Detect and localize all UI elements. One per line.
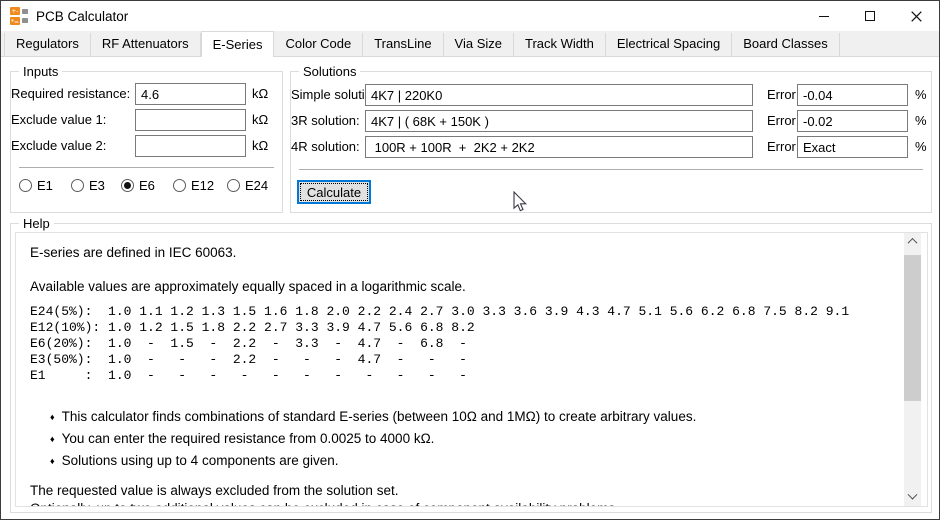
mouse-cursor bbox=[513, 191, 528, 213]
scroll-down-button[interactable] bbox=[904, 489, 921, 506]
tab-bar: Regulators RF Attenuators E-Series Color… bbox=[1, 31, 939, 57]
help-bullet-2: ♦You can enter the required resistance f… bbox=[50, 431, 434, 446]
scrollbar-thumb[interactable] bbox=[904, 255, 921, 401]
svg-text:*=: *= bbox=[11, 18, 19, 25]
vertical-scrollbar[interactable] bbox=[904, 233, 921, 506]
bullet-diamond-icon: ♦ bbox=[50, 412, 55, 422]
maximize-button[interactable] bbox=[847, 1, 893, 31]
e-series-table: E24(5%): 1.0 1.1 1.2 1.3 1.5 1.6 1.8 2.0… bbox=[30, 304, 849, 384]
4r-solution-label: 4R solution: bbox=[291, 139, 360, 154]
titlebar: +- *= PCB Calculator bbox=[1, 1, 939, 31]
solutions-separator bbox=[299, 169, 923, 170]
help-text-area[interactable]: E-series are defined in IEC 60063. Avail… bbox=[15, 232, 928, 507]
help-legend: Help bbox=[19, 216, 54, 231]
solutions-group: Solutions Simple solution: 4K7 | 220K0 E… bbox=[290, 71, 932, 213]
4r-solution-field[interactable]: 100R + 100R + 2K2 + 2K2 bbox=[365, 136, 753, 158]
exclude-value-2-label: Exclude value 2: bbox=[11, 138, 106, 153]
tab-electrical-spacing[interactable]: Electrical Spacing bbox=[606, 33, 732, 56]
required-resistance-unit: kΩ bbox=[252, 86, 268, 101]
radio-e3-circle bbox=[71, 179, 84, 192]
radio-e12-circle bbox=[173, 179, 186, 192]
help-intro-line-2: Available values are approximately equal… bbox=[30, 279, 466, 294]
app-calculator-icon: +- *= bbox=[10, 7, 28, 25]
chevron-up-icon bbox=[908, 238, 918, 248]
radio-e12-label: E12 bbox=[191, 178, 214, 193]
radio-e1-circle bbox=[19, 179, 32, 192]
help-group: Help E-series are defined in IEC 60063. … bbox=[10, 223, 932, 513]
tab-e-series[interactable]: E-Series bbox=[201, 31, 275, 57]
tab-rf-attenuators[interactable]: RF Attenuators bbox=[91, 33, 201, 56]
simple-solution-error-field[interactable]: -0.04 bbox=[797, 84, 908, 106]
4r-solution-error-label: Error: bbox=[767, 139, 800, 154]
radio-e1[interactable]: E1 bbox=[19, 178, 53, 193]
maximize-icon bbox=[865, 11, 875, 21]
help-footer-line-2: Optionally, up to two additional values … bbox=[30, 501, 619, 507]
radio-e6-label: E6 bbox=[139, 178, 155, 193]
minimize-icon bbox=[819, 16, 829, 17]
3r-solution-label: 3R solution: bbox=[291, 113, 360, 128]
3r-solution-error-field[interactable]: -0.02 bbox=[797, 110, 908, 132]
inputs-separator bbox=[19, 167, 274, 168]
exclude-value-2-input[interactable] bbox=[135, 135, 246, 157]
bullet-diamond-icon: ♦ bbox=[50, 456, 55, 466]
radio-e3-label: E3 bbox=[89, 178, 105, 193]
svg-text:+-: +- bbox=[11, 8, 18, 15]
help-intro-line-1: E-series are defined in IEC 60063. bbox=[30, 245, 236, 260]
window-title: PCB Calculator bbox=[36, 9, 128, 24]
exclude-value-1-unit: kΩ bbox=[252, 112, 268, 127]
4r-solution-error-field[interactable]: Exact bbox=[797, 136, 908, 158]
tab-regulators[interactable]: Regulators bbox=[4, 33, 91, 56]
radio-e3[interactable]: E3 bbox=[71, 178, 105, 193]
simple-solution-unit: % bbox=[915, 87, 927, 102]
simple-solution-field[interactable]: 4K7 | 220K0 bbox=[365, 84, 753, 106]
radio-e12[interactable]: E12 bbox=[173, 178, 214, 193]
tab-color-code[interactable]: Color Code bbox=[274, 33, 363, 56]
required-resistance-label: Required resistance: bbox=[11, 86, 130, 101]
pcb-calculator-window: +- *= PCB Calculator Regulators RF Atten… bbox=[0, 0, 940, 520]
exclude-value-2-unit: kΩ bbox=[252, 138, 268, 153]
exclude-value-1-label: Exclude value 1: bbox=[11, 112, 106, 127]
exclude-value-1-input[interactable] bbox=[135, 109, 246, 131]
window-controls bbox=[801, 1, 939, 31]
help-bullet-3: ♦Solutions using up to 4 components are … bbox=[50, 453, 339, 468]
radio-e24[interactable]: E24 bbox=[227, 178, 268, 193]
radio-e1-label: E1 bbox=[37, 178, 53, 193]
chevron-down-icon bbox=[908, 490, 918, 500]
calculate-button[interactable]: Calculate bbox=[297, 180, 371, 204]
help-footer-line-1: The requested value is always excluded f… bbox=[30, 483, 398, 498]
help-bullet-1: ♦This calculator finds combinations of s… bbox=[50, 409, 696, 424]
tab-via-size[interactable]: Via Size bbox=[444, 33, 514, 56]
inputs-group: Inputs Required resistance: kΩ Exclude v… bbox=[10, 71, 283, 213]
close-icon bbox=[911, 11, 922, 22]
radio-e24-circle bbox=[227, 179, 240, 192]
inputs-legend: Inputs bbox=[19, 64, 62, 79]
radio-e24-label: E24 bbox=[245, 178, 268, 193]
tab-transline[interactable]: TransLine bbox=[363, 33, 443, 56]
minimize-button[interactable] bbox=[801, 1, 847, 31]
close-button[interactable] bbox=[893, 1, 939, 31]
tab-board-classes[interactable]: Board Classes bbox=[732, 33, 840, 56]
tab-track-width[interactable]: Track Width bbox=[514, 33, 606, 56]
4r-solution-unit: % bbox=[915, 139, 927, 154]
3r-solution-error-label: Error: bbox=[767, 113, 800, 128]
required-resistance-input[interactable] bbox=[135, 83, 246, 105]
simple-solution-error-label: Error: bbox=[767, 87, 800, 102]
3r-solution-field[interactable]: 4K7 | ( 68K + 150K ) bbox=[365, 110, 753, 132]
scroll-up-button[interactable] bbox=[904, 233, 921, 250]
radio-e6[interactable]: E6 bbox=[121, 178, 155, 193]
radio-e6-circle bbox=[121, 179, 134, 192]
bullet-diamond-icon: ♦ bbox=[50, 434, 55, 444]
3r-solution-unit: % bbox=[915, 113, 927, 128]
solutions-legend: Solutions bbox=[299, 64, 360, 79]
